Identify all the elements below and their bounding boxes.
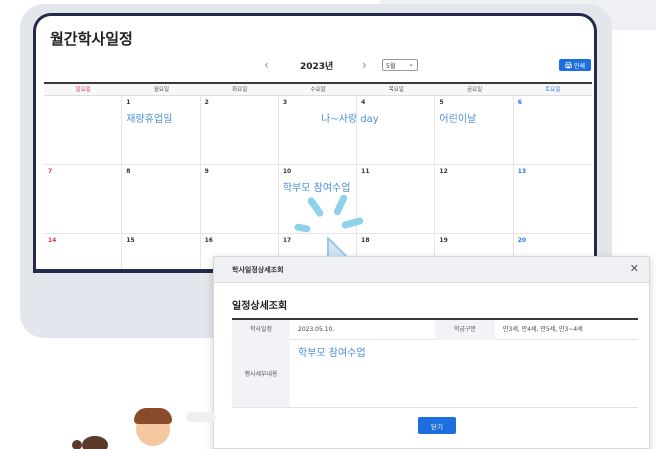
printer-icon bbox=[565, 61, 572, 68]
weekday-label: 수요일 bbox=[310, 87, 326, 93]
calendar-day-cell[interactable]: 2 bbox=[201, 96, 279, 164]
day-number: 19 bbox=[439, 237, 448, 244]
calendar-day-cell[interactable]: 5 어린이날 bbox=[435, 96, 514, 164]
chevron-right-icon[interactable]: › bbox=[362, 58, 367, 72]
page-title: 월간학사일정 bbox=[50, 30, 133, 48]
decorative-bar bbox=[186, 412, 216, 422]
calendar-event[interactable]: 어린이날 bbox=[439, 110, 508, 125]
weekday-label: 월요일 bbox=[153, 87, 170, 93]
calendar-day-cell[interactable]: 13 bbox=[514, 165, 592, 233]
chevron-down-icon: ⌄ bbox=[408, 60, 414, 68]
print-button-label: 인쇄 bbox=[573, 62, 586, 70]
print-button[interactable]: 인쇄 bbox=[559, 59, 591, 71]
current-year: 2023년 bbox=[300, 62, 334, 72]
day-number: 2 bbox=[204, 99, 209, 106]
day-number: 8 bbox=[126, 168, 131, 175]
dialog-section-title: 일정상세조회 bbox=[232, 301, 288, 312]
weekday-label: 금요일 bbox=[466, 87, 483, 93]
close-icon[interactable]: ✕ bbox=[630, 262, 639, 275]
day-number: 9 bbox=[204, 168, 209, 175]
calendar-event[interactable]: 학부모 참여수업 bbox=[283, 179, 352, 194]
day-number: 18 bbox=[361, 237, 370, 244]
kid-hair bbox=[72, 440, 82, 449]
calendar-day-cell[interactable]: 11 bbox=[357, 165, 436, 233]
date-value: 2023.05.10. bbox=[298, 326, 335, 333]
calendar-week: 7 8 9 10 학부모 참여수업 11 12 13 bbox=[44, 165, 592, 234]
day-number: 14 bbox=[48, 237, 57, 244]
detail-label: 행사세부내용 bbox=[232, 340, 290, 407]
schedule-detail-dialog: 학사일정상세조회 ✕ 일정상세조회 학사일정 2023.05.10. 학급구분 … bbox=[213, 256, 650, 449]
calendar-day-cell[interactable]: 15 bbox=[122, 234, 201, 269]
kid-hair bbox=[134, 408, 172, 424]
calendar-day-cell[interactable]: 6 bbox=[514, 96, 592, 164]
calendar-day-cell[interactable]: 12 bbox=[435, 165, 514, 233]
calendar-event[interactable]: 나~사랑 day bbox=[321, 110, 430, 125]
month-select[interactable]: 5월 ⌄ bbox=[382, 59, 418, 71]
day-number: 11 bbox=[361, 168, 370, 175]
day-number: 12 bbox=[439, 168, 448, 175]
calendar-day-cell[interactable]: 3 bbox=[279, 96, 358, 164]
day-number: 1 bbox=[126, 99, 131, 106]
weekday-header: 일요일 월요일 화요일 수요일 목요일 금요일 토요일 bbox=[44, 82, 592, 96]
day-number: 20 bbox=[517, 237, 527, 244]
calendar-grid: 일요일 월요일 화요일 수요일 목요일 금요일 토요일 1 재량휴업일 2 3 4… bbox=[44, 82, 592, 269]
day-number: 10 bbox=[282, 168, 292, 175]
calendar-day-cell bbox=[44, 96, 123, 164]
day-number: 16 bbox=[204, 237, 213, 244]
dialog-header-title: 학사일정상세조회 bbox=[232, 266, 284, 274]
calendar-nav: ‹ 2023년 › 5월 ⌄ 인쇄 bbox=[36, 58, 594, 74]
day-number: 15 bbox=[126, 237, 135, 244]
day-number: 4 bbox=[361, 99, 366, 106]
day-number: 7 bbox=[48, 168, 53, 175]
class-value: 만3세, 만4세, 만5세, 만3~4세 bbox=[503, 326, 583, 333]
detail-table: 학사일정 2023.05.10. 학급구분 만3세, 만4세, 만5세, 만3~… bbox=[232, 318, 638, 408]
month-select-value: 5월 bbox=[386, 63, 396, 70]
calendar-day-cell[interactable]: 9 bbox=[201, 165, 279, 233]
chevron-left-icon[interactable]: ‹ bbox=[264, 58, 269, 72]
calendar-event[interactable]: 재량휴업일 bbox=[126, 110, 195, 125]
calendar-day-cell[interactable]: 1 재량휴업일 bbox=[122, 96, 201, 164]
detail-value: 학부모 참여수업 bbox=[298, 348, 366, 359]
calendar-day-cell[interactable]: 8 bbox=[122, 165, 201, 233]
calendar-screen: 월간학사일정 ‹ 2023년 › 5월 ⌄ 인쇄 일요일 월요일 화요일 수요일… bbox=[33, 13, 597, 269]
weekday-label: 목요일 bbox=[388, 87, 404, 93]
weekday-label: 토요일 bbox=[545, 87, 561, 93]
day-number: 5 bbox=[439, 99, 444, 106]
day-number: 13 bbox=[517, 168, 527, 175]
weekday-label: 화요일 bbox=[232, 87, 248, 93]
day-number: 3 bbox=[282, 99, 288, 106]
table-row: 학사일정 2023.05.10. 학급구분 만3세, 만4세, 만5세, 만3~… bbox=[232, 320, 638, 340]
dialog-header: 학사일정상세조회 ✕ bbox=[214, 257, 649, 283]
table-row: 행사세부내용 학부모 참여수업 bbox=[232, 340, 638, 408]
calendar-day-cell[interactable]: 14 bbox=[44, 234, 123, 269]
calendar-day-cell[interactable]: 4 나~사랑 day bbox=[321, 96, 436, 164]
close-button[interactable]: 닫기 bbox=[418, 417, 456, 434]
kid-hair bbox=[82, 436, 108, 449]
calendar-week: 1 재량휴업일 2 3 4 나~사랑 day 5 어린이날 6 bbox=[44, 96, 592, 165]
calendar-day-cell[interactable]: 7 bbox=[44, 165, 123, 233]
class-label: 학급구분 bbox=[435, 320, 495, 340]
date-label: 학사일정 bbox=[232, 320, 290, 340]
day-number: 6 bbox=[517, 99, 522, 106]
weekday-label: 일요일 bbox=[75, 87, 91, 93]
